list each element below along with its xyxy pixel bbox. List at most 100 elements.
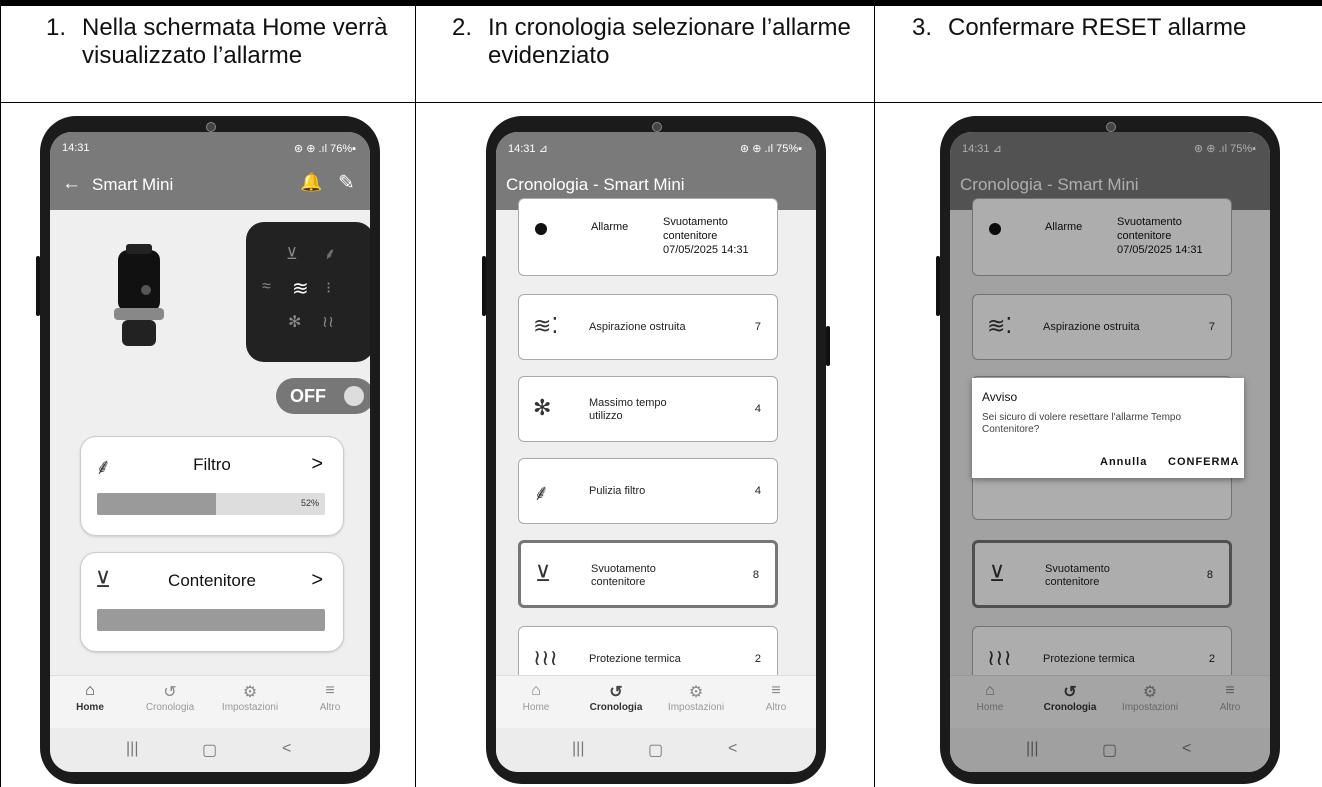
chevron-right-icon: > xyxy=(311,453,323,475)
item-count: 4 xyxy=(754,403,761,415)
step-number: 3. xyxy=(912,14,933,41)
nav-label: Altro xyxy=(319,702,341,713)
status-indicators: ⊛ ⊕ .ıl 76%▪ xyxy=(293,143,356,155)
phone-history: 14:31 ⊿ ⊛ ⊕ .ıl 75%▪ Cronologia - Smart … xyxy=(482,116,830,784)
power-button xyxy=(826,326,830,366)
alarm-type: Svuotamento xyxy=(663,216,728,228)
screen: 14:31 ⊿ ⊛ ⊕ .ıl 75%▪ Cronologia - Smart … xyxy=(950,132,1270,772)
nav-home[interactable]: ⌂ Home xyxy=(50,682,130,713)
confirm-button[interactable]: CONFERMA xyxy=(1168,456,1240,468)
airflow-icon: ≋ xyxy=(292,278,309,300)
card-label: Contenitore xyxy=(168,571,256,590)
system-nav: ||| ▢ < xyxy=(496,728,816,772)
phone-dialog: 14:31 ⊿ ⊛ ⊕ .ıl 75%▪ Cronologia - Smart … xyxy=(936,116,1280,784)
step-number: 1. xyxy=(46,14,67,41)
volume-button xyxy=(482,256,486,316)
gear-icon: ⚙ xyxy=(688,684,704,701)
container-progress-fill xyxy=(97,609,325,631)
history-icon: ↺ xyxy=(163,684,177,701)
menu-icon: ≡ xyxy=(771,682,781,699)
list-item[interactable]: ✻ Massimo tempo utilizzo 4 xyxy=(518,376,778,442)
alarm-entry[interactable]: Allarme Svuotamento contenitore 07/05/20… xyxy=(518,198,778,276)
item-label: Aspirazione ostruita xyxy=(589,321,686,333)
nav-history[interactable]: ↺ Cronologia xyxy=(576,682,656,713)
chevron-right-icon: > xyxy=(311,569,323,591)
system-nav: ||| ▢ < xyxy=(50,728,370,772)
dialog-title: Avviso xyxy=(982,390,1018,404)
filter-card[interactable]: ⸙ Filtro > 52% xyxy=(80,436,344,536)
divider xyxy=(0,102,1322,103)
pencil-icon[interactable]: ✎ xyxy=(338,170,355,195)
fan-icon: ✻ xyxy=(533,395,552,420)
step-text: Nella schermata Home verrà visualizzato … xyxy=(82,14,388,69)
nav-more[interactable]: ≡ Altro xyxy=(290,682,370,713)
item-label: Massimo tempo utilizzo xyxy=(589,397,667,422)
nav-settings[interactable]: ⚙ Impostazioni xyxy=(656,682,736,713)
volume-button xyxy=(936,256,940,316)
camera-icon xyxy=(206,122,216,132)
history-icon: ↺ xyxy=(609,684,623,701)
status-bar: 14:31 ⊿ ⊛ ⊕ .ıl 75%▪ xyxy=(496,132,816,160)
item-count: 2 xyxy=(754,653,761,665)
nav-label: Cronologia xyxy=(589,702,643,713)
filter-icon: ⸙ xyxy=(533,480,550,505)
toggle-label: OFF xyxy=(290,386,326,406)
heat-icon: ≀≀≀ xyxy=(533,645,558,670)
gear-icon: ⚙ xyxy=(242,684,258,701)
app-bar: ← Smart Mini 🔔 ✎ xyxy=(50,160,370,210)
step-text: Confermare RESET allarme xyxy=(948,14,1247,41)
back-icon[interactable]: < xyxy=(728,740,737,758)
nav-history[interactable]: ↺ Cronologia xyxy=(130,682,210,713)
menu-icon: ≡ xyxy=(325,682,335,699)
item-label: Protezione termica xyxy=(589,653,681,665)
power-toggle[interactable]: OFF xyxy=(276,378,370,414)
list-item[interactable]: ⸙ Pulizia filtro 4 xyxy=(518,458,778,524)
divider xyxy=(0,6,1,787)
alarm-label: Allarme xyxy=(591,221,629,233)
list-item[interactable]: ≋⁚ Aspirazione ostruita 7 xyxy=(518,294,778,360)
item-count: 8 xyxy=(752,569,759,581)
bottom-nav: ⌂ Home ↺ Cronologia ⚙ Impostazioni ≡ Altro xyxy=(496,675,816,728)
recents-icon[interactable]: ||| xyxy=(572,740,584,758)
step-1: 1. Nella schermata Home verrà visualizza… xyxy=(46,14,406,70)
alarm-description: Svuotamento contenitore 07/05/2025 14:31 xyxy=(663,215,749,257)
confirm-dialog: Avviso Sei sicuro di volere resettare l'… xyxy=(972,378,1244,478)
container-icon: ⊻ xyxy=(535,561,552,586)
dialog-message: Sei sicuro di volere resettare l'allarme… xyxy=(982,412,1182,435)
step-3: 3. Confermare RESET allarme xyxy=(912,14,1320,42)
back-arrow-icon[interactable]: ← xyxy=(62,173,81,195)
nav-label: Impostazioni xyxy=(221,702,279,713)
fan-icon: ✻ xyxy=(288,314,302,331)
home-circle-icon[interactable]: ▢ xyxy=(202,740,217,760)
card-label: Filtro xyxy=(193,455,231,474)
bell-icon[interactable]: 🔔 xyxy=(300,172,322,193)
nav-label: Home xyxy=(76,702,104,713)
nav-settings[interactable]: ⚙ Impostazioni xyxy=(210,682,290,713)
alert-icon xyxy=(535,223,547,235)
container-card[interactable]: ⊻ Contenitore > xyxy=(80,552,344,652)
status-bar: 14:31 ⊛ ⊕ .ıl 76%▪ xyxy=(50,132,370,160)
back-icon[interactable]: < xyxy=(282,740,291,758)
nav-label: Home xyxy=(522,702,550,713)
toggle-knob xyxy=(344,386,364,406)
nav-more[interactable]: ≡ Altro xyxy=(736,682,816,713)
item-label: Pulizia filtro xyxy=(589,485,646,497)
list-item-highlighted[interactable]: ⊻ Svuotamento contenitore 8 xyxy=(518,540,778,608)
filter-progress: 52% xyxy=(97,493,325,515)
cancel-button[interactable]: Annulla xyxy=(1100,456,1147,468)
filter-percent: 52% xyxy=(300,498,319,508)
alarm-type: contenitore xyxy=(663,230,718,242)
nav-home[interactable]: ⌂ Home xyxy=(496,682,576,713)
item-count: 4 xyxy=(754,485,761,497)
camera-icon xyxy=(1106,122,1116,132)
page-title: Smart Mini xyxy=(92,175,174,194)
recents-icon[interactable]: ||| xyxy=(126,740,138,758)
vacuum-unit-image xyxy=(114,244,164,346)
item-label: Svuotamento contenitore xyxy=(591,563,656,588)
home-icon: ⌂ xyxy=(531,682,541,699)
nav-label: Altro xyxy=(765,702,787,713)
volume-button xyxy=(36,256,40,316)
filter-icon: ⸙ xyxy=(324,246,337,263)
home-circle-icon[interactable]: ▢ xyxy=(648,740,663,760)
phone-home: 14:31 ⊛ ⊕ .ıl 76%▪ ← Smart Mini 🔔 ✎ ⊻ ⸙ … xyxy=(36,116,380,784)
